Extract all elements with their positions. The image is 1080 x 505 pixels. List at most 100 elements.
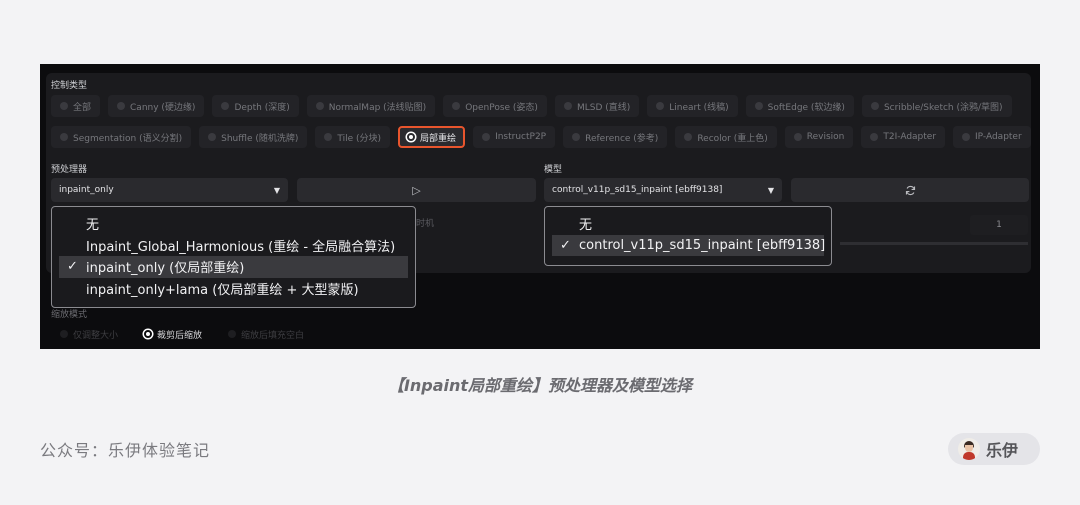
radio-icon <box>684 133 693 141</box>
control-type-label: OpenPose (姿态) <box>465 102 538 113</box>
control-type-option[interactable]: Reference (参考) <box>563 126 668 148</box>
control-type-label: Reference (参考) <box>585 133 659 144</box>
radio-icon <box>563 102 572 110</box>
check-icon: ✓ <box>67 259 78 275</box>
control-type-option[interactable]: Canny (硬边缘) <box>108 95 205 117</box>
timing-label: 时机 <box>416 219 435 229</box>
control-type-option[interactable]: Depth (深度) <box>212 95 299 117</box>
control-type-label: 全部 <box>73 102 92 113</box>
radio-icon <box>315 102 324 110</box>
control-type-label: 控制类型 <box>51 81 88 91</box>
refresh-models-button[interactable]: 🔄 <box>791 178 1029 202</box>
control-type-option[interactable]: Segmentation (语义分割) <box>51 126 192 148</box>
refresh-icon <box>905 185 915 195</box>
radio-icon <box>870 102 879 110</box>
control-type-option[interactable]: Recolor (重上色) <box>675 126 777 148</box>
control-type-label: T2I-Adapter <box>883 132 937 142</box>
preprocessor-option-label: 无 <box>86 218 100 234</box>
control-type-option[interactable]: InstructP2P <box>473 126 556 148</box>
control-type-label: 局部重绘 <box>420 133 457 144</box>
control-type-option[interactable]: Revision <box>784 126 854 148</box>
radio-icon <box>793 133 802 141</box>
control-type-label: Depth (深度) <box>234 102 290 113</box>
radio-icon <box>962 133 971 141</box>
control-type-label: Canny (硬边缘) <box>130 102 196 113</box>
resize-mode-label: 仅调整大小 <box>73 330 119 341</box>
resize-mode-label: 缩放模式 <box>51 310 88 320</box>
control-type-label: NormalMap (法线贴图) <box>328 102 427 113</box>
resize-mode-options: 仅调整大小 裁剪后缩放 缩放后填充空白 <box>51 323 313 345</box>
model-option-label: 无 <box>579 218 593 234</box>
control-type-option[interactable]: MLSD (直线) <box>554 95 640 117</box>
radio-icon <box>452 102 461 110</box>
control-type-label: Recolor (重上色) <box>697 133 768 144</box>
control-type-option[interactable]: IP-Adapter <box>953 126 1031 148</box>
radio-icon <box>407 133 416 141</box>
control-type-option[interactable]: OpenPose (姿态) <box>443 95 547 117</box>
run-preprocessor-button[interactable]: ▷ <box>297 178 536 202</box>
control-type-label: Segmentation (语义分割) <box>73 133 183 144</box>
radio-icon <box>208 133 217 141</box>
model-option-label: control_v11p_sd15_inpaint [ebff9138] <box>579 237 826 253</box>
control-type-option[interactable]: T2I-Adapter <box>861 126 946 148</box>
preprocessor-select[interactable]: inpaint_only ▼ <box>51 178 288 202</box>
slider-track[interactable] <box>840 242 1028 245</box>
control-type-option[interactable]: 局部重绘 <box>398 126 466 148</box>
radio-icon <box>870 133 879 141</box>
preprocessor-option[interactable]: Inpaint_Global_Harmonious (重绘 - 全局融合算法) <box>59 235 408 257</box>
radio-icon <box>60 330 68 338</box>
author-name: 乐伊 <box>986 441 1019 460</box>
control-type-label: MLSD (直线) <box>576 102 631 113</box>
resize-mode-option[interactable]: 仅调整大小 <box>51 323 127 345</box>
control-type-label: Scribble/Sketch (涂鸦/草图) <box>883 102 1003 113</box>
radio-icon <box>324 133 333 141</box>
control-type-option[interactable]: Tile (分块) <box>315 126 391 148</box>
resize-mode-option[interactable]: 缩放后填充空白 <box>219 323 313 345</box>
preprocessor-value: inpaint_only <box>59 185 114 195</box>
radio-icon <box>221 102 230 110</box>
control-type-option[interactable]: Lineart (线稿) <box>647 95 738 117</box>
model-option[interactable]: 无 <box>552 213 824 235</box>
control-type-label: Revision <box>806 132 845 142</box>
preprocessor-option[interactable]: 无 <box>59 213 408 235</box>
preprocessor-label: 预处理器 <box>51 165 88 175</box>
chevron-down-icon: ▼ <box>273 185 280 195</box>
wechat-account: 公众号：乐伊体验笔记 <box>40 441 211 460</box>
radio-icon <box>228 330 237 338</box>
radio-icon <box>144 330 153 338</box>
author-badge: 乐伊 <box>948 433 1040 465</box>
control-type-option[interactable]: NormalMap (法线贴图) <box>306 95 436 117</box>
control-type-label: Shuffle (随机洗牌) <box>221 133 299 144</box>
model-option[interactable]: ✓ control_v11p_sd15_inpaint [ebff9138] <box>552 234 826 256</box>
preprocessor-option-label: inpaint_only (仅局部重绘) <box>86 261 245 277</box>
control-type-label: IP-Adapter <box>975 132 1022 142</box>
control-type-label: InstructP2P <box>495 132 547 142</box>
control-type-option[interactable]: SoftEdge (软边缘) <box>745 95 854 117</box>
control-type-option[interactable]: Shuffle (随机洗牌) <box>199 126 308 148</box>
preprocessor-option[interactable]: inpaint_only+lama (仅局部重绘 + 大型蒙版) <box>59 278 408 300</box>
chevron-down-icon: ▼ <box>767 185 774 195</box>
preprocessor-option[interactable]: ✓ inpaint_only (仅局部重绘) <box>59 256 408 278</box>
check-icon: ✓ <box>560 237 571 253</box>
model-value: control_v11p_sd15_inpaint [ebff9138] <box>552 185 723 195</box>
resize-mode-label: 缩放后填充空白 <box>241 330 305 341</box>
radio-icon <box>656 102 665 110</box>
model-select[interactable]: control_v11p_sd15_inpaint [ebff9138] ▼ <box>544 178 782 202</box>
resize-mode-option[interactable]: 裁剪后缩放 <box>135 323 211 345</box>
control-type-option[interactable]: Scribble/Sketch (涂鸦/草图) <box>861 95 1012 117</box>
control-type-option[interactable]: 全部 <box>51 95 101 117</box>
model-label: 模型 <box>544 165 563 175</box>
control-type-label: Lineart (线稿) <box>669 102 729 113</box>
preprocessor-option-label: inpaint_only+lama (仅局部重绘 + 大型蒙版) <box>86 282 359 298</box>
play-icon: ▷ <box>412 183 421 197</box>
control-types-row-2: Segmentation (语义分割) Shuffle (随机洗牌) Tile (分… <box>51 126 1031 148</box>
avatar <box>958 438 980 460</box>
control-types-row-1: 全部 Canny (硬边缘) Depth (深度) NormalMap (法线贴图) O… <box>51 95 1012 117</box>
preprocessor-dropdown: 无 Inpaint_Global_Harmonious (重绘 - 全局融合算法)… <box>51 206 416 308</box>
radio-icon <box>572 133 581 141</box>
radio-icon <box>60 102 68 110</box>
radio-icon <box>60 133 68 141</box>
figure-caption: 【Inpaint局部重绘】预处理器及模型选择 <box>387 376 693 395</box>
number-input[interactable]: 1 <box>970 215 1028 235</box>
radio-icon <box>754 102 763 110</box>
